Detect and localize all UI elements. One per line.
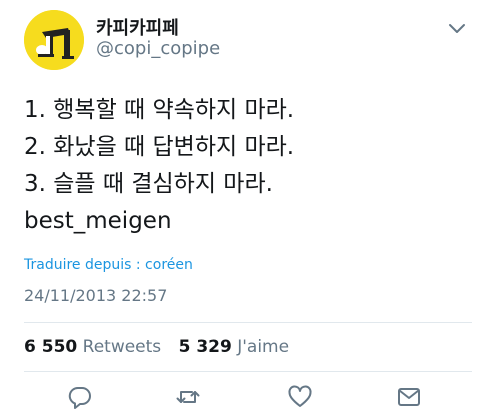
author-handle[interactable]: @copi_copipe [96, 38, 220, 59]
likes-count: 5 329 [178, 337, 232, 357]
chevron-down-icon[interactable] [448, 20, 466, 33]
likes-stat[interactable]: 5 329 J'aime [179, 337, 290, 357]
retweets-label: Retweets [82, 337, 162, 357]
tweet-line: best_meigen [24, 208, 172, 234]
retweet-icon[interactable] [175, 384, 201, 410]
translate-link[interactable]: Traduire depuis : coréen [24, 257, 193, 273]
tweet-line: 3. 슬플 때 결심하지 마라. [24, 171, 273, 197]
avatar[interactable] [24, 10, 84, 70]
tweet-card: 카피카피페 @copi_copipe 1. 행복할 때 약속하지 마라. 2. … [0, 0, 480, 420]
retweets-count: 6 550 [24, 337, 78, 357]
retweets-stat[interactable]: 6 550 Retweets [24, 337, 161, 357]
tweet-text: 1. 행복할 때 약속하지 마라. 2. 화났을 때 답변하지 마라. 3. 슬… [24, 92, 464, 240]
tweet-line: 2. 화났을 때 답변하지 마라. [24, 134, 295, 160]
action-bar [0, 384, 480, 414]
avatar-illustration [24, 10, 84, 70]
divider [24, 322, 472, 323]
reply-icon[interactable] [67, 384, 93, 410]
tweet-line: 1. 행복할 때 약속하지 마라. [24, 97, 295, 123]
author-display-name[interactable]: 카피카피페 [96, 14, 179, 40]
timestamp[interactable]: 24/11/2013 22:57 [24, 286, 167, 305]
engagement-stats: 6 550 Retweets 5 329 J'aime [24, 337, 301, 357]
divider [24, 371, 472, 372]
envelope-icon[interactable] [396, 384, 422, 410]
likes-label: J'aime [237, 337, 290, 357]
heart-icon[interactable] [287, 384, 313, 410]
